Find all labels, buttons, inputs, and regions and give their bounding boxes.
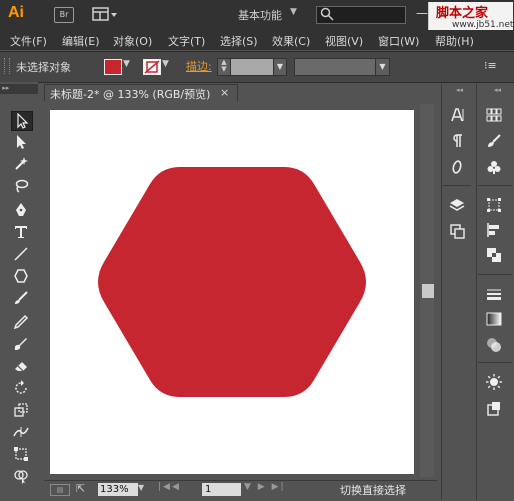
menu-help[interactable]: 帮助(H) <box>435 33 474 49</box>
chevron-down-icon[interactable]: ▼ <box>290 7 297 17</box>
character-icon[interactable] <box>447 106 467 124</box>
polygon-tool-icon[interactable] <box>11 267 31 285</box>
stroke-color-swatch[interactable] <box>143 59 161 75</box>
symbols-icon[interactable] <box>484 158 504 176</box>
lasso-icon[interactable] <box>11 177 31 195</box>
selection-status: 未选择对象 <box>16 61 71 74</box>
dock-divider <box>478 362 512 363</box>
eraser-icon[interactable] <box>11 357 31 375</box>
canvas-artwork <box>98 167 366 397</box>
share-icon[interactable]: ⇱ <box>76 482 85 495</box>
pencil-icon[interactable] <box>11 313 31 331</box>
selection-tool-icon[interactable] <box>11 111 33 131</box>
pathfinder-icon[interactable] <box>484 246 504 264</box>
bridge-button[interactable]: Br <box>54 7 74 23</box>
watermark-url: www.jb51.net <box>452 20 514 30</box>
appearance-icon[interactable] <box>484 373 504 391</box>
chevron-down-icon[interactable]: ▼ <box>273 58 287 76</box>
chevron-down-icon[interactable]: ▼ <box>123 59 130 69</box>
stroke-weight-input[interactable] <box>230 58 274 76</box>
search-icon <box>320 7 334 21</box>
tools-panel-header[interactable]: ▸▸ <box>0 84 38 94</box>
dock-divider <box>443 185 471 186</box>
zoom-input[interactable]: 133% <box>98 483 138 496</box>
menu-edit[interactable]: 编辑(E) <box>62 33 100 49</box>
arrange-documents-button[interactable] <box>92 7 118 22</box>
dock-divider <box>478 274 512 275</box>
blob-brush-icon[interactable] <box>11 335 31 353</box>
artboard-navigation-icon[interactable]: ▤ <box>50 484 70 496</box>
app-logo: Ai <box>8 4 24 21</box>
chevron-down-icon[interactable]: ▼ <box>162 59 169 69</box>
gradient-icon[interactable] <box>484 310 504 328</box>
artboard[interactable] <box>50 110 414 474</box>
direct-selection-tool-icon[interactable] <box>11 133 31 151</box>
graphic-styles-icon[interactable] <box>484 400 504 418</box>
watermark-title: 脚本之家 <box>436 6 489 21</box>
menu-type[interactable]: 文字(T) <box>168 33 205 49</box>
variable-width-profile-select[interactable] <box>294 58 376 76</box>
fill-color-swatch[interactable] <box>104 59 122 75</box>
rotate-icon[interactable] <box>11 379 31 397</box>
paintbrush-icon[interactable] <box>11 289 31 307</box>
transform-icon[interactable] <box>484 196 504 214</box>
dock-divider <box>478 185 512 186</box>
brushes-icon[interactable] <box>484 132 504 150</box>
layers-icon[interactable] <box>447 196 467 214</box>
shape-builder-icon[interactable] <box>11 467 31 485</box>
chevron-down-icon[interactable]: ▼ <box>375 58 390 76</box>
stroke-weight-stepper[interactable]: ▲ ▼ <box>217 58 231 76</box>
workspace-switcher[interactable]: 基本功能 <box>238 7 282 23</box>
close-tab-button[interactable]: × <box>220 86 229 99</box>
transparency-icon[interactable] <box>484 336 504 354</box>
panel-grip[interactable] <box>4 58 10 74</box>
arrange-documents-icon <box>92 7 117 21</box>
artboards-icon[interactable] <box>447 222 467 240</box>
artboard-number-input[interactable]: 1 <box>202 483 241 496</box>
scrollbar-thumb[interactable] <box>422 284 434 298</box>
panel-menu-icon[interactable]: ⁝≡ <box>484 59 497 72</box>
menu-object[interactable]: 对象(O) <box>113 33 152 49</box>
hexagon-shape[interactable] <box>98 167 366 397</box>
width-tool-icon[interactable] <box>11 423 31 441</box>
status-text: 切换直接选择 <box>340 484 406 497</box>
magic-wand-icon[interactable] <box>11 155 31 173</box>
type-tool-icon[interactable] <box>11 223 31 241</box>
scale-icon[interactable] <box>11 401 31 419</box>
document-tab-label: 未标题-2* @ 133% (RGB/预览) <box>50 88 211 101</box>
menu-file[interactable]: 文件(F) <box>10 33 47 49</box>
menu-view[interactable]: 视图(V) <box>325 33 363 49</box>
paragraph-icon[interactable] <box>447 132 467 150</box>
menu-window[interactable]: 窗口(W) <box>378 33 419 49</box>
swatches-icon[interactable] <box>484 106 504 124</box>
first-prev-artboard-icon[interactable]: |◀◀ <box>158 482 181 492</box>
line-tool-icon[interactable] <box>11 245 31 263</box>
free-transform-icon[interactable] <box>11 445 31 463</box>
next-last-artboard-icon[interactable]: ▼ ▶ ▶| <box>244 482 286 492</box>
menu-select[interactable]: 选择(S) <box>220 33 258 49</box>
stroke-panel-link[interactable]: 描边: <box>186 58 212 74</box>
chevron-down-icon[interactable]: ▼ <box>138 483 144 492</box>
menu-effect[interactable]: 效果(C) <box>272 33 310 49</box>
no-stroke-icon <box>144 60 160 74</box>
collapse-icon[interactable]: ◂◂ <box>456 86 463 94</box>
stroke-icon[interactable] <box>484 285 504 303</box>
opentype-icon[interactable] <box>447 158 467 176</box>
collapse-icon[interactable]: ◂◂ <box>494 86 501 94</box>
align-icon[interactable] <box>484 221 504 239</box>
minimize-button[interactable]: — <box>416 6 428 20</box>
pen-tool-icon[interactable] <box>11 201 31 219</box>
